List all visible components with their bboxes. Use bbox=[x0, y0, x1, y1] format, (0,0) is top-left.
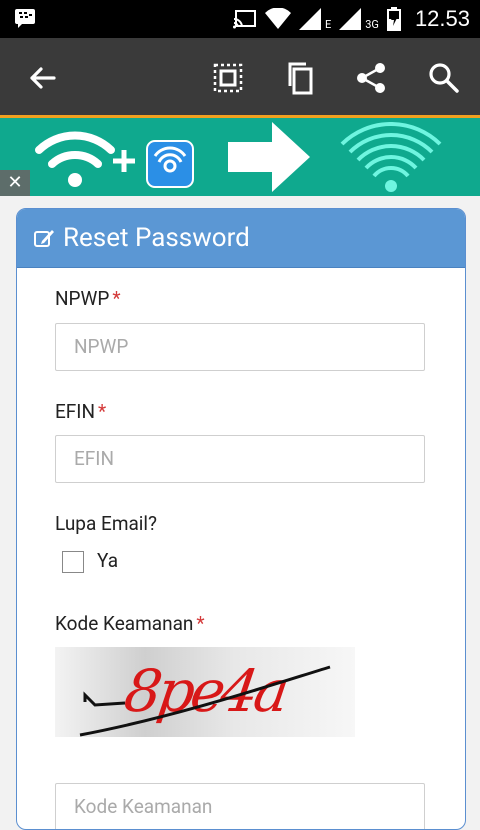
efin-label: EFIN * bbox=[55, 400, 106, 423]
ya-checkbox[interactable] bbox=[62, 551, 84, 573]
edit-icon bbox=[34, 230, 54, 247]
wifi-app-icon bbox=[146, 140, 194, 188]
select-all-icon[interactable] bbox=[210, 60, 246, 96]
wifi-signal-icon bbox=[264, 8, 291, 29]
clock: 12.53 bbox=[414, 6, 470, 31]
ya-checkbox-label[interactable]: Ya bbox=[97, 549, 118, 572]
cell-signal-2-icon bbox=[339, 8, 362, 30]
wifi-icon bbox=[35, 131, 115, 187]
npwp-label: NPWP * bbox=[55, 287, 121, 310]
card-header: Reset Password bbox=[17, 209, 465, 268]
kode-keamanan-input[interactable]: Kode Keamanan bbox=[55, 783, 425, 829]
captcha-image: 8pe4a bbox=[55, 647, 355, 737]
cell-signal-icon bbox=[298, 8, 321, 30]
arrow-right-icon bbox=[228, 122, 310, 192]
network-type-label: E bbox=[324, 17, 332, 31]
lupa-email-label: Lupa Email? bbox=[55, 512, 158, 535]
plus-icon bbox=[113, 150, 135, 172]
battery-icon bbox=[386, 7, 401, 31]
efin-label-text: EFIN bbox=[55, 400, 96, 423]
kode-keamanan-label: Kode Keamanan * bbox=[55, 612, 205, 635]
search-icon[interactable] bbox=[426, 60, 462, 96]
cast-icon bbox=[232, 10, 256, 29]
app-toolbar bbox=[0, 38, 480, 118]
status-bar: E 3G 12.53 bbox=[0, 0, 480, 38]
ad-close-button[interactable]: ✕ bbox=[0, 170, 30, 196]
reset-password-card: Reset Password NPWP * NPWP EFIN * EFIN Lup… bbox=[16, 208, 466, 830]
captcha-strike-lines bbox=[79, 665, 331, 737]
efin-input[interactable]: EFIN bbox=[55, 435, 425, 483]
kode-keamanan-label-text: Kode Keamanan bbox=[55, 612, 194, 635]
page-title: Reset Password bbox=[63, 223, 250, 253]
npwp-input[interactable]: NPWP bbox=[55, 323, 425, 371]
bbm-notification-icon bbox=[15, 9, 35, 28]
share-icon[interactable] bbox=[354, 60, 390, 96]
back-arrow-icon[interactable] bbox=[24, 60, 60, 96]
wifi-large-icon bbox=[340, 122, 442, 192]
required-mark: * bbox=[98, 400, 107, 423]
kode-keamanan-placeholder: Kode Keamanan bbox=[74, 795, 213, 818]
npwp-label-text: NPWP bbox=[55, 287, 110, 310]
network-type-2-label: 3G bbox=[365, 17, 379, 31]
copy-icon[interactable] bbox=[282, 60, 318, 96]
ad-banner[interactable]: ✕ bbox=[0, 118, 480, 196]
required-mark: * bbox=[112, 287, 121, 310]
required-mark: * bbox=[196, 612, 205, 635]
